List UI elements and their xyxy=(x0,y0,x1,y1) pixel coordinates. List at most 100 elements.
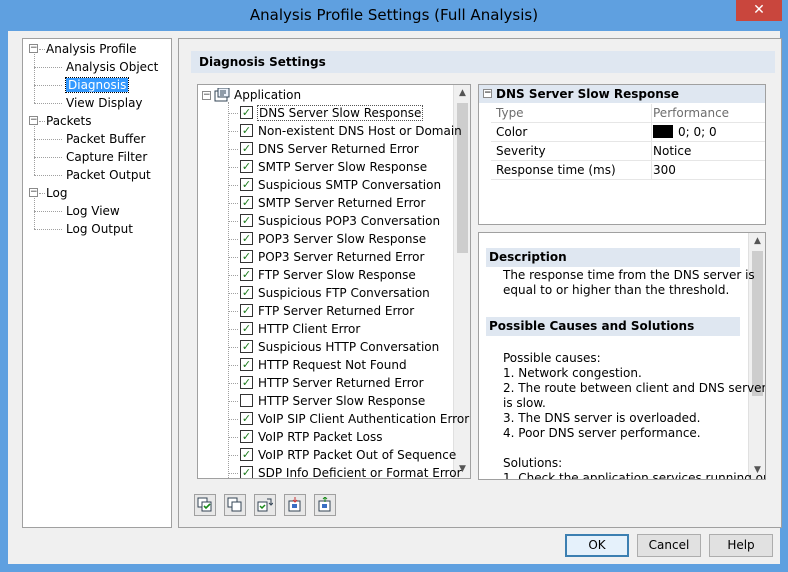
checked-checkbox[interactable]: ✓ xyxy=(240,178,253,191)
checked-checkbox[interactable]: ✓ xyxy=(240,322,253,335)
nav-item[interactable]: Analysis Profile xyxy=(46,40,137,58)
nav-item[interactable]: Log xyxy=(46,184,67,202)
nav-item[interactable]: View Display xyxy=(66,94,143,112)
diagnosis-item[interactable]: ✓ SMTP Server Slow Response xyxy=(240,158,427,176)
property-value[interactable]: 300 xyxy=(653,161,676,179)
property-key: Color xyxy=(496,125,528,139)
diagnosis-item[interactable]: HTTP Server Slow Response xyxy=(240,392,425,410)
diagnosis-checklist[interactable]: ▲ ▼ − Application ✓ DNS Server Slow Respons… xyxy=(197,84,471,479)
checked-checkbox[interactable]: ✓ xyxy=(240,196,253,209)
tree-connector xyxy=(228,113,238,114)
property-row[interactable]: Type Performance xyxy=(491,104,765,123)
diagnosis-item-label: HTTP Server Returned Error xyxy=(258,376,424,390)
tree-connector xyxy=(228,419,238,420)
color-swatch[interactable] xyxy=(653,125,673,138)
checked-checkbox[interactable]: ✓ xyxy=(240,250,253,263)
property-value[interactable]: Notice xyxy=(653,142,691,160)
diagnosis-item[interactable]: ✓ VoIP SIP Client Authentication Error xyxy=(240,410,469,428)
tree-expander-icon[interactable]: − xyxy=(29,44,38,53)
diagnosis-item[interactable]: ✓ VoIP RTP Packet Loss xyxy=(240,428,382,446)
checked-checkbox[interactable]: ✓ xyxy=(240,376,253,389)
property-grid[interactable]: − DNS Server Slow Response Type Performan… xyxy=(478,84,766,225)
checked-checkbox[interactable]: ✓ xyxy=(240,124,253,137)
checked-checkbox[interactable]: ✓ xyxy=(240,430,253,443)
diagnosis-item[interactable]: ✓ Suspicious SMTP Conversation xyxy=(240,176,441,194)
tree-connector xyxy=(228,167,238,168)
property-row[interactable]: Severity Notice xyxy=(491,142,765,161)
cancel-button[interactable]: Cancel xyxy=(637,534,701,557)
tree-connector xyxy=(228,311,238,312)
diagnosis-item[interactable]: ✓ HTTP Request Not Found xyxy=(240,356,407,374)
tree-expander-icon[interactable]: − xyxy=(202,91,211,100)
nav-item[interactable]: Packet Buffer xyxy=(66,130,146,148)
property-row[interactable]: Response time (ms) 300 xyxy=(491,161,765,180)
scroll-up-arrow[interactable]: ▲ xyxy=(749,233,765,250)
diagnosis-item[interactable]: ✓ SMTP Server Returned Error xyxy=(240,194,425,212)
diagnosis-item-label: HTTP Request Not Found xyxy=(258,358,407,372)
checked-checkbox[interactable]: ✓ xyxy=(240,466,253,478)
checked-checkbox[interactable]: ✓ xyxy=(240,268,253,281)
import-button[interactable] xyxy=(284,494,306,516)
property-value[interactable]: 0; 0; 0 xyxy=(653,123,717,141)
causes-line: 1. Network congestion. xyxy=(503,366,642,380)
scroll-up-arrow[interactable]: ▲ xyxy=(454,85,470,102)
diagnosis-item[interactable]: ✓ Suspicious HTTP Conversation xyxy=(240,338,439,356)
nav-item[interactable]: Log Output xyxy=(66,220,133,238)
description-line: The response time from the DNS server is xyxy=(503,268,755,282)
tree-connector xyxy=(34,175,62,176)
title-bar[interactable]: Analysis Profile Settings (Full Analysis… xyxy=(0,0,788,31)
nav-item-label: Capture Filter xyxy=(66,150,148,164)
diagnosis-item[interactable]: ✓ VoIP RTP Packet Out of Sequence xyxy=(240,446,456,464)
settings-nav-tree[interactable]: − Analysis Profile Analysis Object Diagnosi… xyxy=(22,38,172,528)
checked-checkbox[interactable]: ✓ xyxy=(240,304,253,317)
checked-checkbox[interactable]: ✓ xyxy=(240,286,253,299)
unchecked-checkbox[interactable] xyxy=(240,394,253,407)
close-button[interactable]: ✕ xyxy=(736,0,782,21)
checked-checkbox[interactable]: ✓ xyxy=(240,214,253,227)
checked-checkbox[interactable]: ✓ xyxy=(240,358,253,371)
help-button[interactable]: Help xyxy=(709,534,773,557)
nav-item-label: Packet Output xyxy=(66,168,151,182)
tree-connector xyxy=(34,157,62,158)
diagnosis-item[interactable]: ✓ Non-existent DNS Host or Domain xyxy=(240,122,462,140)
diagnosis-item[interactable]: ✓ Suspicious POP3 Conversation xyxy=(240,212,440,230)
nav-item[interactable]: Packets xyxy=(46,112,92,130)
checked-checkbox[interactable]: ✓ xyxy=(240,412,253,425)
diagnosis-item[interactable]: ✓ FTP Server Slow Response xyxy=(240,266,416,284)
tree-connector xyxy=(228,455,238,456)
property-grid-title: − DNS Server Slow Response xyxy=(479,85,765,103)
checked-checkbox[interactable]: ✓ xyxy=(240,106,253,119)
diagnosis-item[interactable]: ✓ POP3 Server Returned Error xyxy=(240,248,424,266)
collapse-icon[interactable]: − xyxy=(483,89,492,98)
nav-item[interactable]: Analysis Object xyxy=(66,58,158,76)
tree-expander-icon[interactable]: − xyxy=(29,188,38,197)
diagnosis-item[interactable]: ✓ DNS Server Slow Response xyxy=(240,104,424,122)
nav-item[interactable]: Log View xyxy=(66,202,120,220)
export-button[interactable] xyxy=(314,494,336,516)
checked-checkbox[interactable]: ✓ xyxy=(240,232,253,245)
diagnosis-item[interactable]: ✓ SDP Info Deficient or Format Error xyxy=(240,464,462,478)
nav-item[interactable]: Capture Filter xyxy=(66,148,147,166)
nav-item[interactable]: Diagnosis xyxy=(64,76,130,94)
checked-checkbox[interactable]: ✓ xyxy=(240,160,253,173)
diagnosis-item[interactable]: ✓ Suspicious FTP Conversation xyxy=(240,284,430,302)
ok-button[interactable]: OK xyxy=(565,534,629,557)
tree-connector xyxy=(34,229,62,230)
check-all-button[interactable] xyxy=(194,494,216,516)
checked-checkbox[interactable]: ✓ xyxy=(240,448,253,461)
tree-connector xyxy=(228,293,238,294)
tree-expander-icon[interactable]: − xyxy=(29,116,38,125)
diagnosis-item[interactable]: ✓ HTTP Server Returned Error xyxy=(240,374,424,392)
property-value[interactable]: Performance xyxy=(653,104,729,122)
diagnosis-item[interactable]: ✓ HTTP Client Error xyxy=(240,320,360,338)
causes-line: Solutions: xyxy=(503,456,563,470)
checked-checkbox[interactable]: ✓ xyxy=(240,340,253,353)
invert-check-button[interactable] xyxy=(254,494,276,516)
property-row[interactable]: Color 0; 0; 0 xyxy=(491,123,765,142)
diagnosis-item[interactable]: ✓ FTP Server Returned Error xyxy=(240,302,414,320)
diagnosis-item[interactable]: ✓ DNS Server Returned Error xyxy=(240,140,419,158)
checked-checkbox[interactable]: ✓ xyxy=(240,142,253,155)
uncheck-all-button[interactable] xyxy=(224,494,246,516)
nav-item[interactable]: Packet Output xyxy=(66,166,151,184)
diagnosis-item[interactable]: ✓ POP3 Server Slow Response xyxy=(240,230,426,248)
